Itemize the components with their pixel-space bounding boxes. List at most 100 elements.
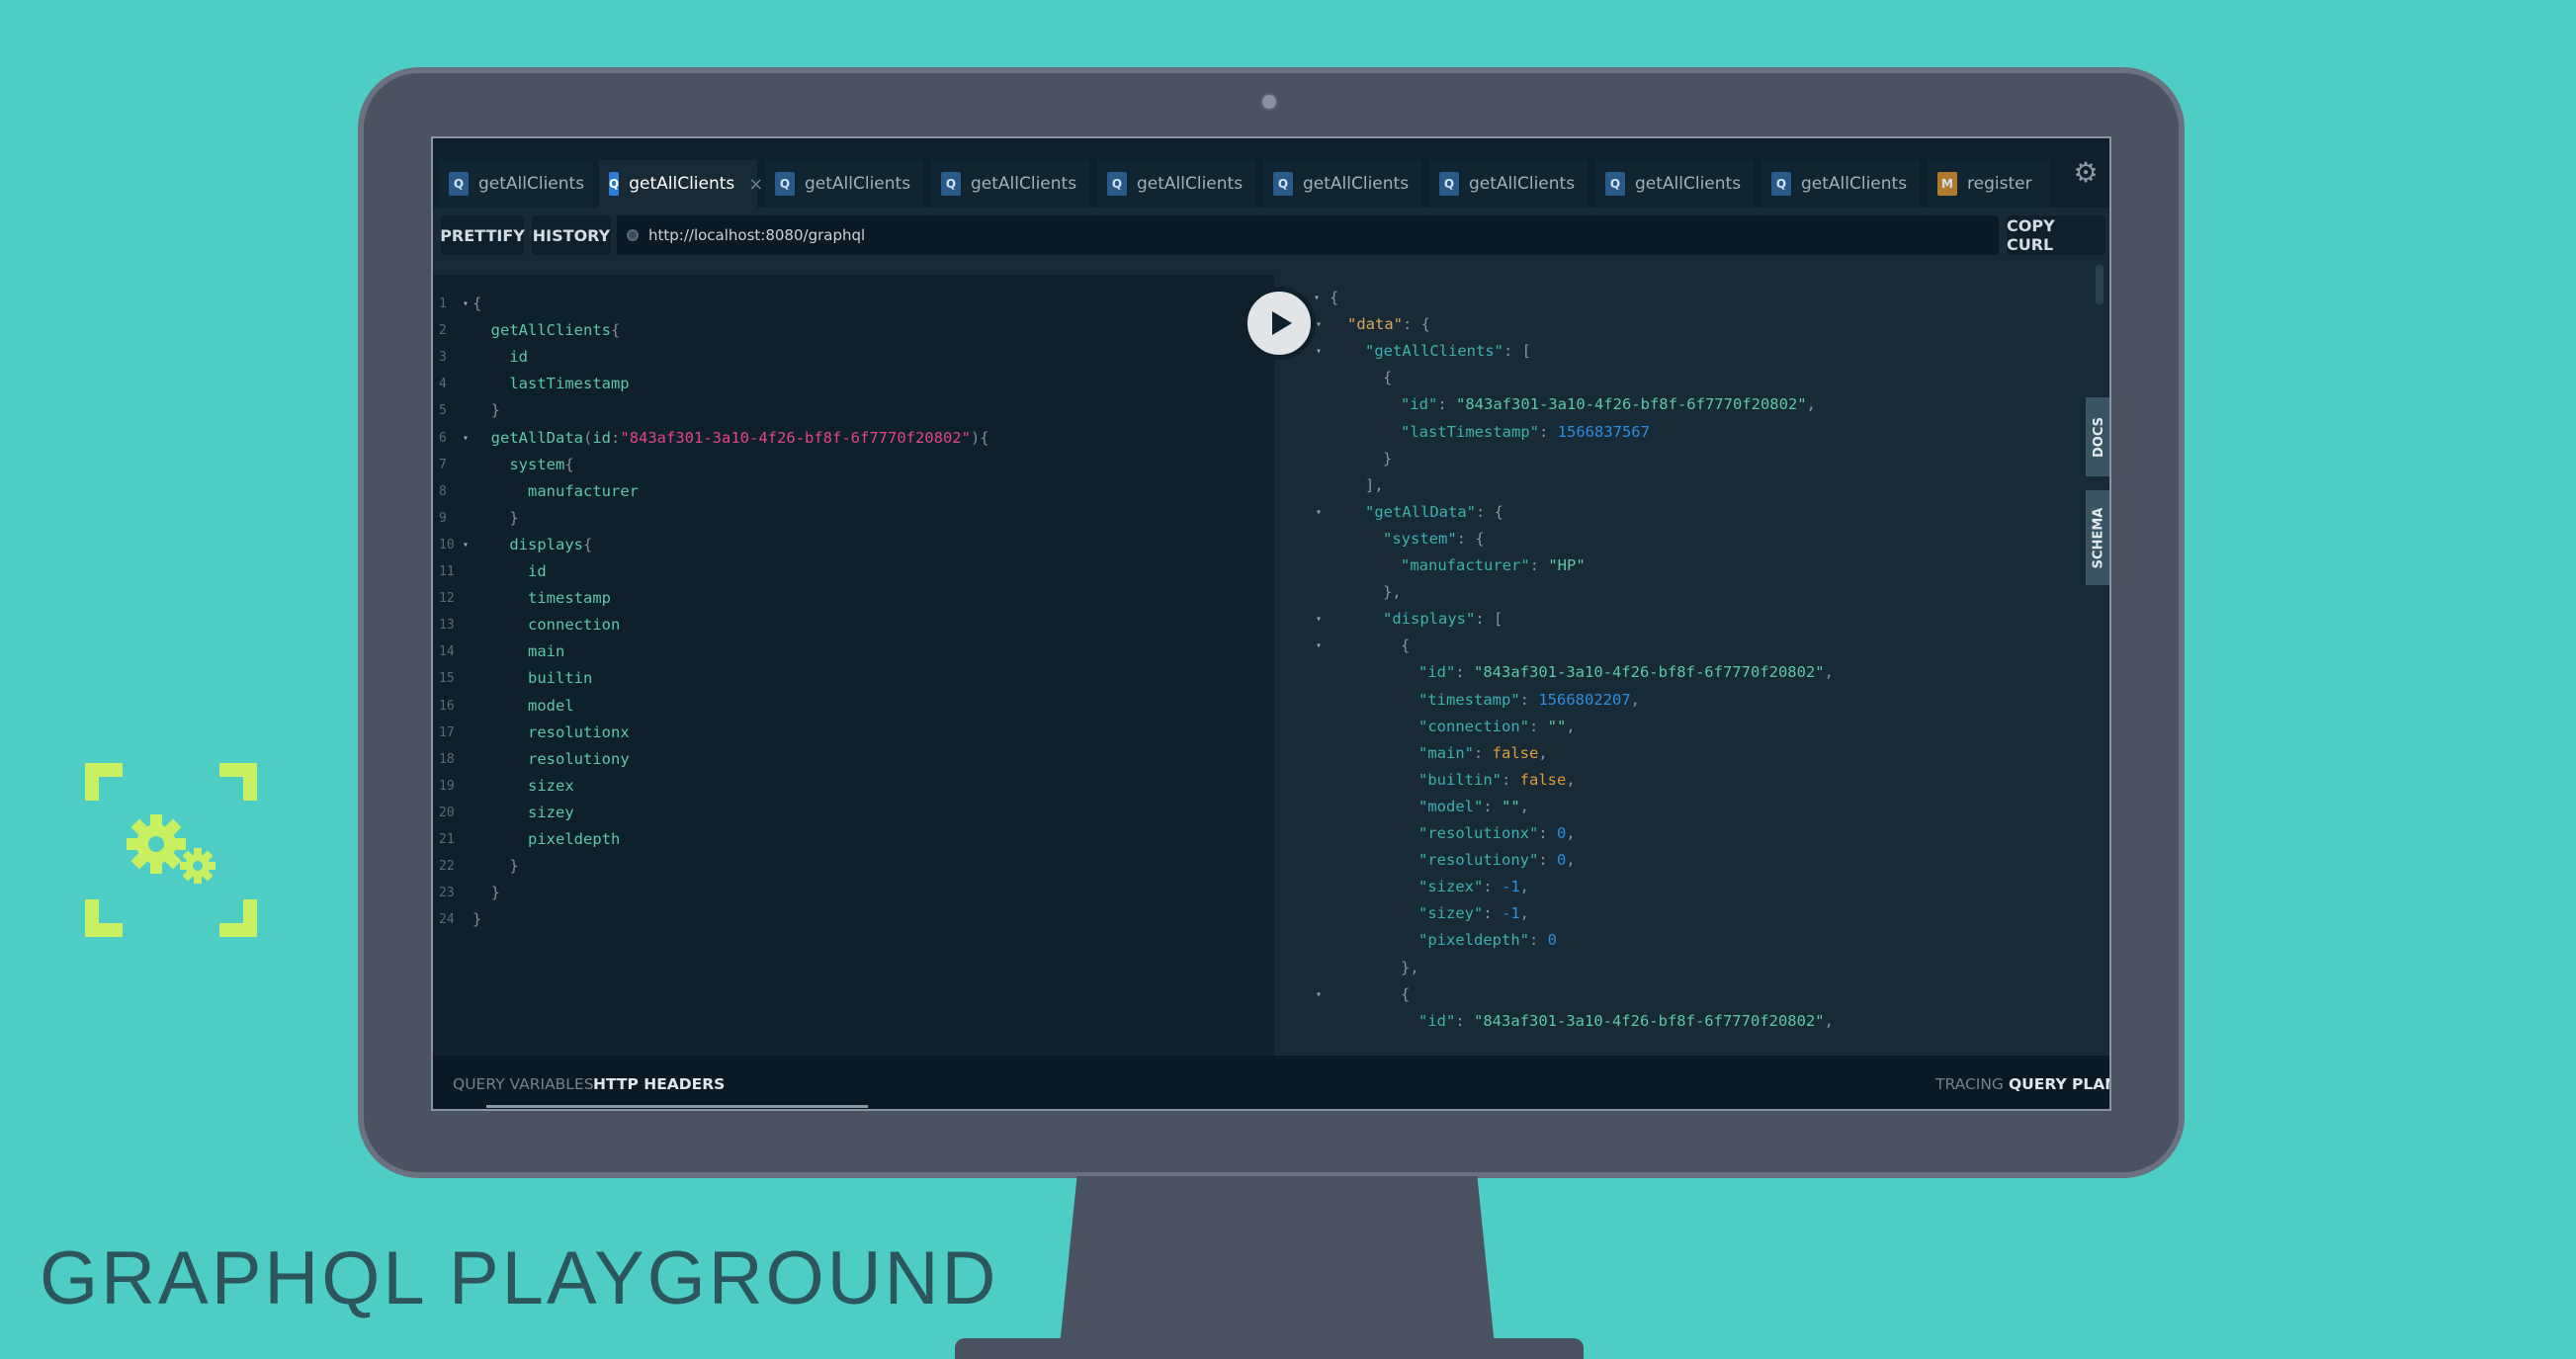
docs-tab[interactable]: DOCS [2086,397,2109,476]
result-line: "resolutionx": 0, [1418,824,1576,842]
line-number: 5 [439,403,447,419]
collapse-arrow-icon[interactable]: ▾ [1316,606,1322,633]
query-icon: Q [609,172,620,196]
query-line: lastTimestamp [509,375,630,393]
query-line: } [509,508,519,527]
query-icon: Q [775,172,795,196]
result-line: "pixeldepth": 0 [1418,931,1557,950]
tab-bar: QgetAllClients QgetAllClients × QgetAllClie… [433,138,2109,208]
tab-getallclients-6[interactable]: QgetAllClients [1263,160,1421,208]
monitor-stand [1060,1176,1495,1346]
query-plan-tab[interactable]: QUERY PLAN [2009,1075,2109,1093]
result-line: { [1330,289,1339,306]
result-line: } [1383,449,1393,467]
result-line: "lastTimestamp": 1566837567 [1401,422,1650,441]
toolbar: PRETTIFY HISTORY http://localhost:8080/g… [433,208,2109,265]
bottom-drag-handle[interactable] [486,1105,868,1108]
query-line: main [528,642,565,661]
tab-label: register [1967,174,2032,194]
query-icon: Q [1273,172,1293,196]
query-line: id [528,562,547,580]
query-icon: Q [1439,172,1459,196]
fold-toggle-icon[interactable]: ▾ [463,532,469,558]
tab-getallclients-4[interactable]: QgetAllClients [931,160,1089,208]
query-icon: Q [941,172,961,196]
gear-icon[interactable]: ⚙ [2071,158,2101,188]
tab-getallclients-9[interactable]: QgetAllClients [1761,160,1920,208]
result-scrollbar[interactable] [2096,265,2104,304]
line-number: 9 [439,510,447,526]
tab-getallclients-1[interactable]: QgetAllClients [439,160,593,208]
fold-toggle-icon[interactable]: ▾ [463,291,469,317]
webcam-icon [1260,93,1278,111]
line-number: 7 [439,457,447,472]
query-line: model [528,696,574,715]
query-line: connection [528,616,621,635]
result-line: "builtin": false, [1418,770,1576,789]
collapse-arrow-icon[interactable]: ▾ [1316,633,1322,659]
playground-screen: QgetAllClients QgetAllClients × QgetAllClie… [431,136,2111,1111]
copy-curl-button[interactable]: COPY CURL [2007,215,2105,255]
line-number: 16 [439,698,455,714]
schema-tab[interactable]: SCHEMA [2086,490,2109,585]
tab-label: getAllClients [971,174,1077,194]
tab-register-10[interactable]: Mregister [1928,160,2050,208]
close-icon[interactable]: × [748,174,763,195]
line-number: 17 [439,724,455,740]
prettify-button[interactable]: PRETTIFY [440,215,525,255]
result-line: "sizex": -1, [1418,878,1530,896]
query-variables-tab[interactable]: QUERY VARIABLES [453,1075,594,1093]
result-line: "resolutiony": 0, [1418,851,1576,870]
query-line: } [490,884,501,902]
result-line: "getAllData": { [1365,502,1503,521]
monitor-base [955,1338,1584,1359]
line-number: 4 [439,377,447,392]
tab-label: getAllClients [805,174,911,194]
query-icon: Q [1771,172,1791,196]
result-line: "main": false, [1418,743,1548,762]
result-line: "system": { [1383,529,1485,548]
collapse-arrow-icon[interactable]: ▾ [1316,338,1322,365]
tab-label: getAllClients [1303,174,1410,194]
endpoint-url-input[interactable]: http://localhost:8080/graphql [617,215,1999,255]
result-line: "displays": [ [1383,610,1503,629]
tab-getallclients-2[interactable]: QgetAllClients × [599,160,763,208]
history-button[interactable]: HISTORY [532,215,611,255]
line-number: 18 [439,751,455,767]
collapse-arrow-icon[interactable]: ▾ [1316,981,1322,1008]
query-editor[interactable]: 1 ▾{2 getAllClients{3 id 4 lastTimestamp 5 … [433,275,1274,1056]
line-number: 19 [439,778,455,794]
page-title: GRAPHQL PLAYGROUND [40,1236,999,1320]
query-line: getAllClients{ [490,321,621,340]
query-icon: Q [449,172,469,196]
query-line: id [509,348,528,367]
http-headers-tab[interactable]: HTTP HEADERS [593,1075,725,1093]
query-line: } [472,910,482,929]
result-line: "connection": "", [1418,717,1576,735]
tab-getallclients-3[interactable]: QgetAllClients [765,160,923,208]
line-number: 13 [439,618,455,634]
tab-getallclients-5[interactable]: QgetAllClients [1097,160,1255,208]
fold-toggle-icon[interactable]: ▾ [463,425,469,452]
tab-getallclients-7[interactable]: QgetAllClients [1429,160,1588,208]
result-line: "model": "", [1418,797,1530,815]
query-line: getAllData(id:"843af301-3a10-4f26-bf8f-6… [490,428,989,447]
query-line: sizey [528,803,574,821]
collapse-arrow-icon[interactable]: ▾ [1316,499,1322,526]
result-line: "id": "843af301-3a10-4f26-bf8f-6f7770f20… [1418,1011,1834,1030]
tab-label: getAllClients [1635,174,1742,194]
tab-label: getAllClients [1469,174,1576,194]
query-line: sizex [528,776,574,795]
collapse-arrow-icon[interactable]: ▾ [1316,311,1322,338]
docs-tab-label: DOCS [2091,416,2106,458]
tab-getallclients-8[interactable]: QgetAllClients [1595,160,1754,208]
query-line: { [472,295,482,312]
execute-query-button[interactable] [1243,287,1316,360]
query-line: pixeldepth [528,830,621,848]
tracing-tab[interactable]: TRACING [1935,1075,2004,1093]
result-line: "getAllClients": [ [1365,342,1531,361]
result-line: }, [1401,958,1419,977]
result-line: { [1401,637,1411,655]
collapse-arrow-icon[interactable]: ▾ [1314,285,1320,311]
result-line: "sizey": -1, [1418,904,1530,923]
